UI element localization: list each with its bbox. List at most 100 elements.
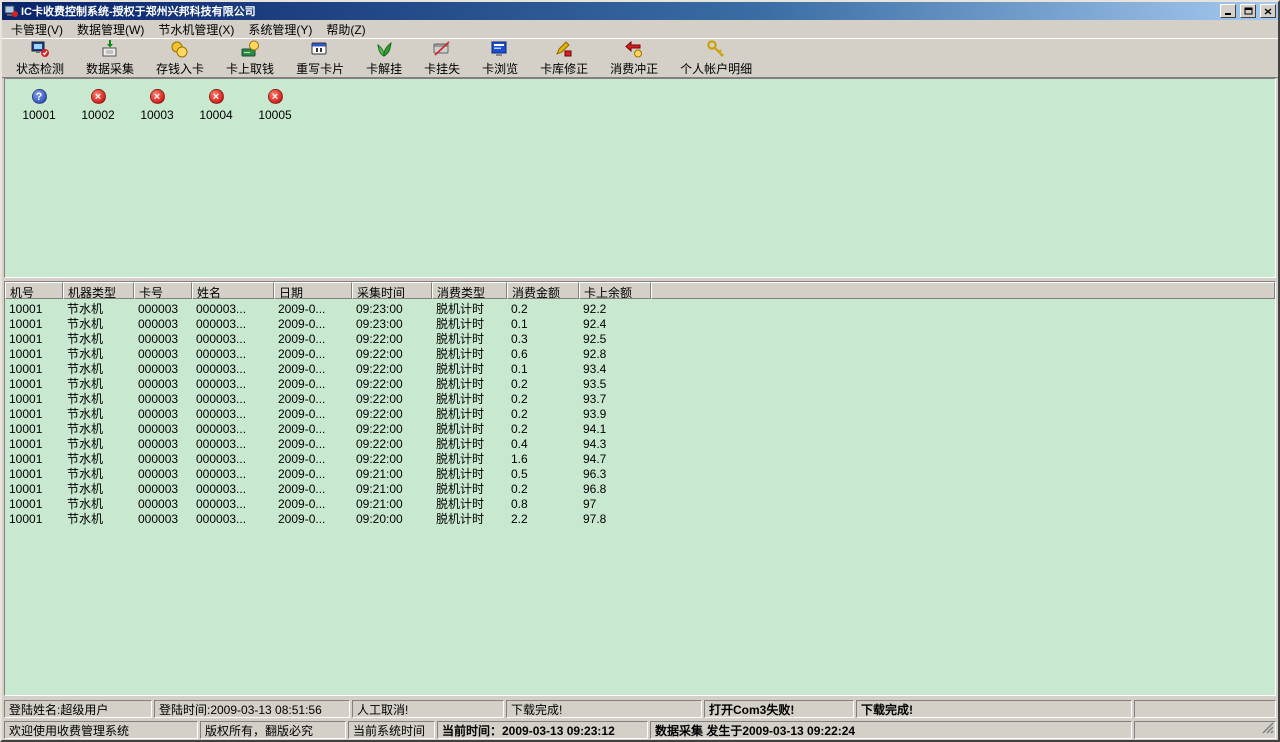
column-header[interactable]: 采集时间 xyxy=(352,282,432,299)
table-cell: 000003 xyxy=(134,482,192,497)
status-panel-filler xyxy=(1134,721,1276,739)
menu-item[interactable]: 节水机管理(X) xyxy=(151,20,241,39)
table-row[interactable]: 10001节水机000003000003...2009-0...09:21:00… xyxy=(5,497,1275,512)
table-cell: 脱机计时 xyxy=(432,482,507,497)
table-row[interactable]: 10001节水机000003000003...2009-0...09:22:00… xyxy=(5,362,1275,377)
table-cell: 2009-0... xyxy=(274,467,352,482)
device-item[interactable]: 10005 xyxy=(251,89,299,122)
table-row[interactable]: 10001节水机000003000003...2009-0...09:20:00… xyxy=(5,512,1275,527)
table-row[interactable]: 10001节水机000003000003...2009-0...09:21:00… xyxy=(5,467,1275,482)
table-cell: 0.6 xyxy=(507,347,579,362)
table-cell: 10001 xyxy=(5,392,63,407)
column-header[interactable]: 机器类型 xyxy=(63,282,134,299)
table-row[interactable]: 10001节水机000003000003...2009-0...09:22:00… xyxy=(5,452,1275,467)
column-header[interactable]: 消费类型 xyxy=(432,282,507,299)
toolbar-button[interactable]: 重写卡片 xyxy=(286,39,354,77)
menu-item[interactable]: 卡管理(V) xyxy=(4,20,70,39)
table-cell: 10001 xyxy=(5,317,63,332)
menu-bar: 卡管理(V)数据管理(W)节水机管理(X)系统管理(Y)帮助(Z) xyxy=(2,20,1278,38)
table-cell: 000003 xyxy=(134,332,192,347)
toolbar-button[interactable]: 状态检测 xyxy=(6,39,74,77)
table-cell: 000003 xyxy=(134,392,192,407)
toolbar-button[interactable]: 卡挂失 xyxy=(414,39,470,77)
table-cell: 000003 xyxy=(134,467,192,482)
status-bar-top: 登陆姓名:超级用户登陆时间:2009-03-13 08:51:56人工取消!下载… xyxy=(2,698,1278,719)
table-cell: 脱机计时 xyxy=(432,302,507,317)
toolbar-button-label: 数据采集 xyxy=(86,60,134,77)
table-cell: 000003 xyxy=(134,302,192,317)
window-title: IC卡收费控制系统-授权于郑州兴邦科技有限公司 xyxy=(21,3,1216,19)
table-cell: 脱机计时 xyxy=(432,452,507,467)
toolbar-button-label: 卡库修正 xyxy=(540,60,588,77)
column-header[interactable]: 机号 xyxy=(5,282,63,299)
table-cell: 000003 xyxy=(134,452,192,467)
toolbar-button[interactable]: 卡浏览 xyxy=(472,39,528,77)
table-cell: 节水机 xyxy=(63,512,134,527)
toolbar-button[interactable]: 消费冲正 xyxy=(600,39,668,77)
table-cell: 09:21:00 xyxy=(352,497,432,512)
table-row[interactable]: 10001节水机000003000003...2009-0...09:22:00… xyxy=(5,377,1275,392)
table-row[interactable]: 10001节水机000003000003...2009-0...09:23:00… xyxy=(5,317,1275,332)
table-row[interactable]: 10001节水机000003000003...2009-0...09:22:00… xyxy=(5,347,1275,362)
table-cell: 脱机计时 xyxy=(432,347,507,362)
minimize-button[interactable] xyxy=(1220,4,1236,18)
column-header-filler xyxy=(651,282,1275,299)
table-cell: 2009-0... xyxy=(274,347,352,362)
table-row[interactable]: 10001节水机000003000003...2009-0...09:22:00… xyxy=(5,332,1275,347)
table-cell: 10001 xyxy=(5,407,63,422)
table-row[interactable]: 10001节水机000003000003...2009-0...09:22:00… xyxy=(5,422,1275,437)
column-header[interactable]: 卡号 xyxy=(134,282,192,299)
table-cell: 000003 xyxy=(134,437,192,452)
table-cell: 09:22:00 xyxy=(352,347,432,362)
column-header[interactable]: 日期 xyxy=(274,282,352,299)
table-cell: 2009-0... xyxy=(274,422,352,437)
device-item[interactable]: 10003 xyxy=(133,89,181,122)
toolbar-button[interactable]: 卡解挂 xyxy=(356,39,412,77)
table-cell: 10001 xyxy=(5,512,63,527)
table-row[interactable]: 10001节水机000003000003...2009-0...09:22:00… xyxy=(5,437,1275,452)
toolbar-button[interactable]: 数据采集 xyxy=(76,39,144,77)
table-cell: 10001 xyxy=(5,452,63,467)
card-unsuspend-icon xyxy=(374,39,394,59)
rewrite-card-icon xyxy=(310,39,330,59)
table-cell: 09:20:00 xyxy=(352,512,432,527)
table-cell: 94.3 xyxy=(579,437,651,452)
table-cell: 2009-0... xyxy=(274,332,352,347)
column-header[interactable]: 消费金额 xyxy=(507,282,579,299)
toolbar-button-label: 卡浏览 xyxy=(482,60,518,77)
table-cell: 节水机 xyxy=(63,302,134,317)
device-offline-icon xyxy=(91,89,106,104)
toolbar-button[interactable]: 个人帐户明细 xyxy=(670,39,762,77)
table-row[interactable]: 10001节水机000003000003...2009-0...09:21:00… xyxy=(5,482,1275,497)
maximize-button[interactable] xyxy=(1240,4,1256,18)
table-cell: 10001 xyxy=(5,467,63,482)
table-cell: 2009-0... xyxy=(274,482,352,497)
title-bar: IC卡收费控制系统-授权于郑州兴邦科技有限公司 xyxy=(2,2,1278,20)
table-cell: 92.5 xyxy=(579,332,651,347)
table-row[interactable]: 10001节水机000003000003...2009-0...09:22:00… xyxy=(5,392,1275,407)
table-cell: 000003... xyxy=(192,407,274,422)
menu-item[interactable]: 系统管理(Y) xyxy=(241,20,319,39)
resize-grip[interactable] xyxy=(1262,722,1274,737)
toolbar-button[interactable]: 卡上取钱 xyxy=(216,39,284,77)
column-header[interactable]: 姓名 xyxy=(192,282,274,299)
toolbar-button[interactable]: 卡库修正 xyxy=(530,39,598,77)
close-button[interactable] xyxy=(1260,4,1276,18)
column-header[interactable]: 卡上余额 xyxy=(579,282,651,299)
table-cell: 000003... xyxy=(192,452,274,467)
device-item[interactable]: 10002 xyxy=(74,89,122,122)
table-row[interactable]: 10001节水机000003000003...2009-0...09:22:00… xyxy=(5,407,1275,422)
menu-item[interactable]: 数据管理(W) xyxy=(70,20,151,39)
table-cell: 92.4 xyxy=(579,317,651,332)
table-row[interactable]: 10001节水机000003000003...2009-0...09:23:00… xyxy=(5,302,1275,317)
table-cell: 脱机计时 xyxy=(432,437,507,452)
table-cell: 10001 xyxy=(5,347,63,362)
toolbar-button[interactable]: 存钱入卡 xyxy=(146,39,214,77)
table-cell: 2009-0... xyxy=(274,377,352,392)
table-cell: 0.3 xyxy=(507,332,579,347)
table-cell: 节水机 xyxy=(63,437,134,452)
device-item[interactable]: 10001 xyxy=(15,89,63,122)
menu-item[interactable]: 帮助(Z) xyxy=(319,20,372,39)
table-cell: 92.2 xyxy=(579,302,651,317)
device-item[interactable]: 10004 xyxy=(192,89,240,122)
